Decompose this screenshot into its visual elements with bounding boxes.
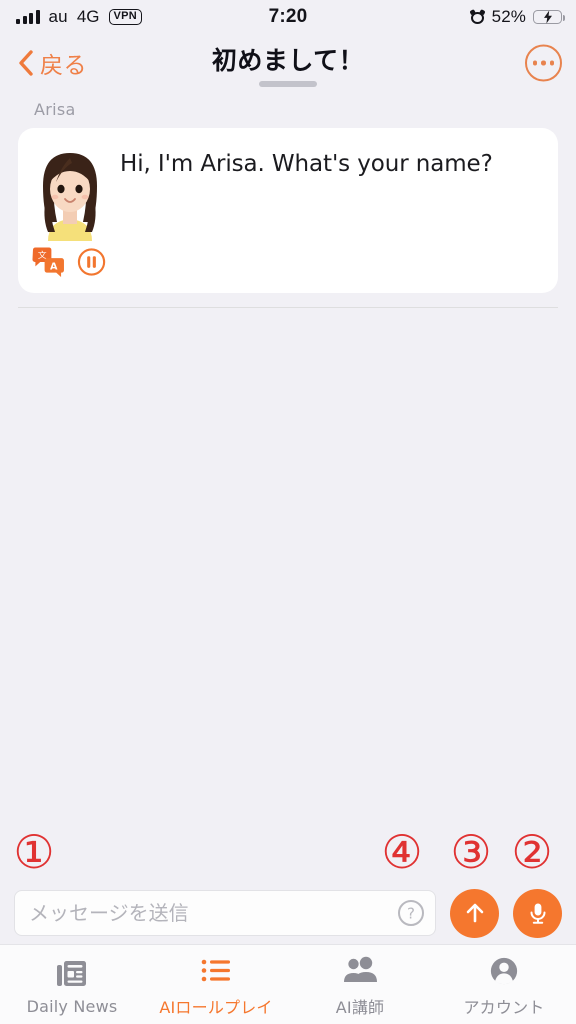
svg-text:A: A	[50, 261, 58, 272]
status-bar-right: 52%	[469, 0, 565, 34]
send-arrow-up-icon	[466, 903, 483, 923]
tab-daily-news[interactable]: Daily News	[0, 945, 144, 1024]
message-action-buttons: 文 A	[32, 247, 106, 277]
title-underline-pill	[259, 81, 317, 87]
tab-label-account: アカウント	[463, 998, 545, 1017]
message-sender-name: Arisa	[34, 100, 76, 119]
send-button[interactable]	[450, 888, 499, 938]
message-bubble: 文 A Hi, I'm Arisa. What's your name?	[18, 128, 558, 293]
translate-icon[interactable]: 文 A	[32, 247, 65, 277]
battery-charging-icon	[533, 10, 565, 24]
tab-label-daily-news: Daily News	[26, 996, 118, 1016]
charging-bolt-icon	[543, 10, 552, 24]
message-input[interactable]	[29, 901, 397, 925]
chevron-left-icon	[19, 50, 33, 76]
message-text: Hi, I'm Arisa. What's your name?	[120, 151, 493, 177]
tab-label-ai-roleplay: AIロールプレイ	[159, 998, 273, 1017]
svg-text:?: ?	[407, 905, 415, 923]
more-options-icon[interactable]	[525, 44, 562, 82]
app-screen: au 4G VPN 7:20 52% 戻る 初めまして！ Arisa 文 A H…	[0, 0, 576, 1024]
message-avatar-column: 文 A	[32, 146, 106, 279]
chat-empty-space	[0, 308, 576, 826]
alarm-clock-icon	[469, 8, 486, 25]
people-icon	[343, 955, 377, 987]
annotation-3: ③	[450, 825, 492, 879]
account-circle-icon	[488, 955, 520, 987]
avatar-arisa-icon	[43, 153, 97, 241]
message-list: Arisa 文 A Hi, I'm Arisa. What's your nam…	[0, 92, 576, 308]
tab-ai-roleplay[interactable]: AIロールプレイ	[144, 945, 288, 1024]
chat-area: Arisa 文 A Hi, I'm Arisa. What's your nam…	[0, 92, 576, 944]
news-icon	[56, 958, 88, 990]
annotation-2: ②	[511, 825, 553, 879]
message-input-wrapper[interactable]: ?	[14, 890, 436, 936]
status-bar: au 4G VPN 7:20 52%	[0, 0, 576, 34]
back-button[interactable]: 戻る	[18, 46, 87, 80]
navigation-header: 戻る 初めまして！	[0, 34, 576, 92]
help-question-icon[interactable]: ?	[397, 899, 425, 927]
battery-percent-label: 52%	[491, 7, 526, 26]
microphone-icon	[530, 903, 545, 924]
list-icon	[200, 955, 232, 987]
bottom-tab-bar: Daily News AIロールプレイ AI講師 アカウント	[0, 944, 576, 1024]
microphone-button[interactable]	[513, 888, 562, 938]
back-button-label: 戻る	[40, 53, 87, 79]
annotation-1: ①	[13, 825, 55, 879]
message-composer: ?	[0, 882, 576, 944]
tab-ai-teacher[interactable]: AI講師	[288, 945, 432, 1024]
annotation-overlay: ① ④ ③ ②	[0, 826, 576, 882]
annotation-4: ④	[381, 825, 423, 879]
pause-audio-icon[interactable]	[77, 247, 106, 277]
tab-account[interactable]: アカウント	[432, 945, 576, 1024]
tab-label-ai-teacher: AI講師	[335, 998, 385, 1017]
